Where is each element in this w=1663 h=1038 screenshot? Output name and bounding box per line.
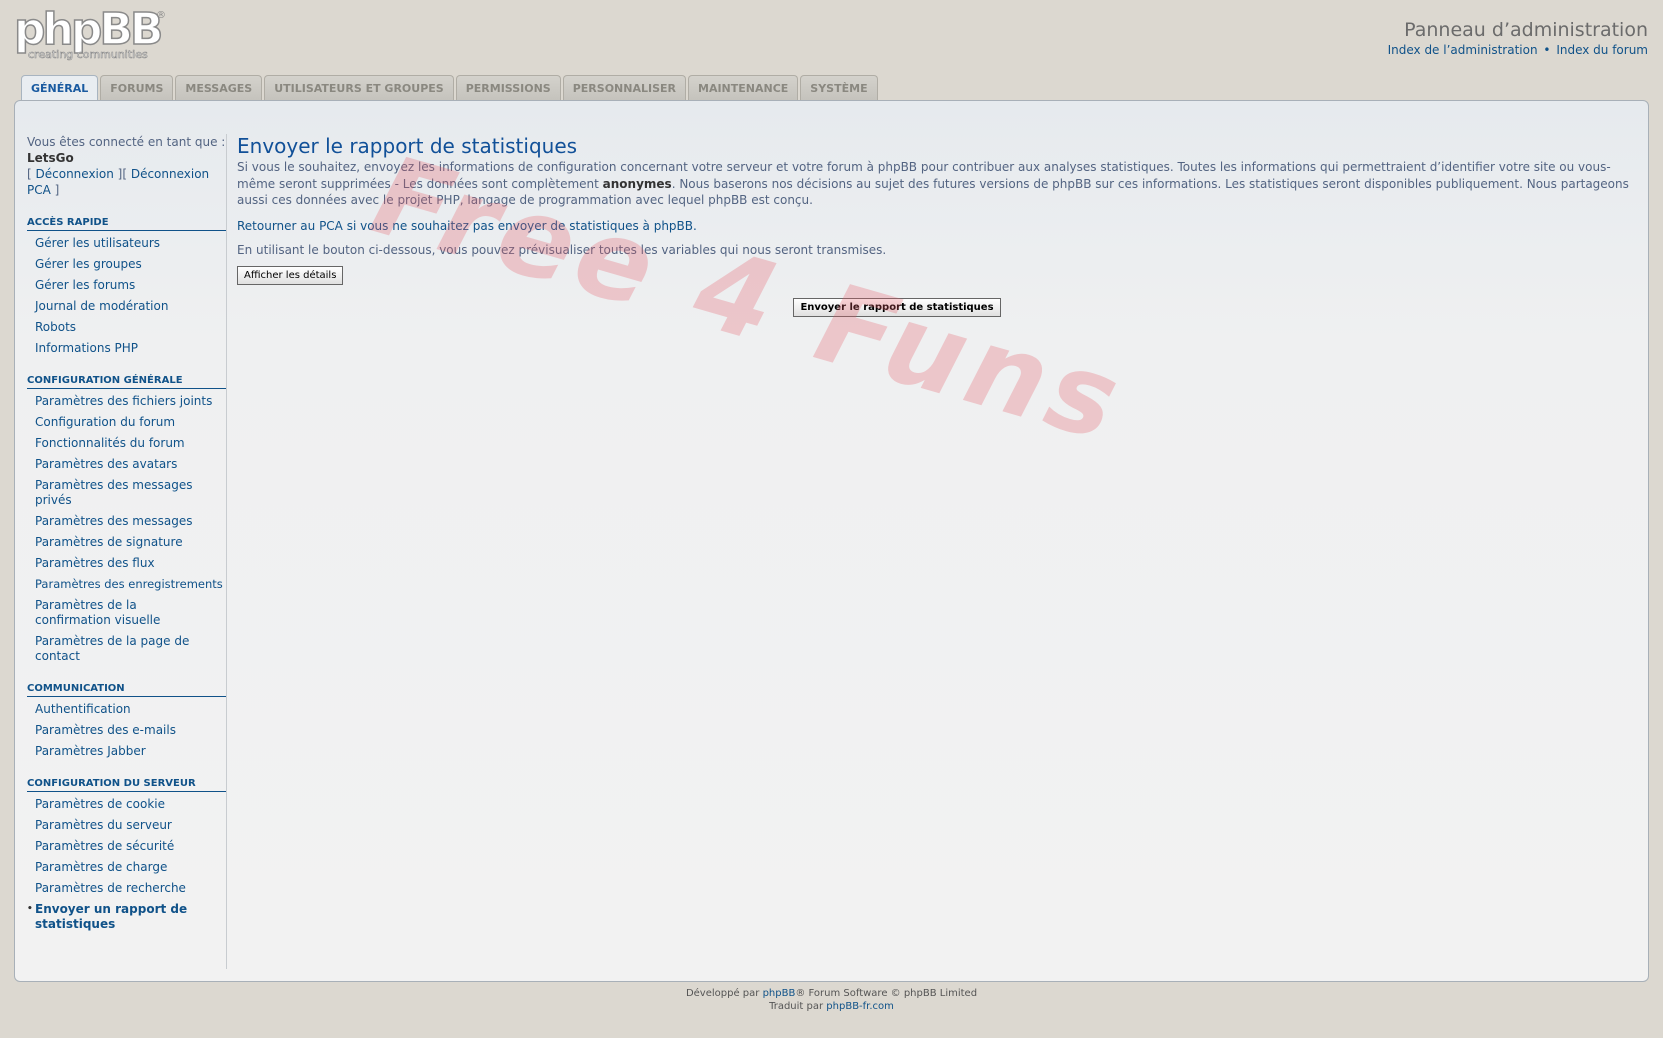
menu-section-communication: COMMUNICATION Authentification Paramètre… [27,683,226,759]
forum-index-link[interactable]: Index du forum [1556,43,1648,57]
menu-item-server[interactable]: Paramètres du serveur [27,818,226,833]
menu-item-feeds[interactable]: Paramètres des flux [27,556,226,571]
page-header-title: Panneau d’administration [1404,19,1648,41]
footer-developed-by: Développé par [685,988,763,999]
menu-item-board-config[interactable]: Configuration du forum [27,415,226,430]
menu-item-contact-page[interactable]: Paramètres de la page de contact [27,634,197,664]
menu-item-attachments[interactable]: Paramètres des fichiers joints [27,394,226,409]
menu-header: ACCÈS RAPIDE [27,217,226,231]
menu-item-send-statistics[interactable]: Envoyer un rapport de statistiques [27,902,197,932]
menu-item-posts[interactable]: Paramètres des messages [27,514,226,529]
menu-item-visual-confirmation[interactable]: Paramètres de la confirmation visuelle [27,598,212,628]
login-info: Vous êtes connecté en tant que : LetsGo … [27,134,226,198]
menu-header: COMMUNICATION [27,683,226,697]
preview-text: En utilisant le bouton ci-dessous, vous … [237,243,887,257]
menu-item-board-features[interactable]: Fonctionnalités du forum [27,436,226,451]
menu-section-server-config: CONFIGURATION DU SERVEUR Paramètres de c… [27,778,226,932]
intro-anonymous: anonymes [602,176,672,191]
menu-item-manage-groups[interactable]: Gérer les groupes [27,257,226,272]
bracket-close: ] [50,183,60,197]
menu-item-search[interactable]: Paramètres de recherche [27,881,226,896]
bracket-open: [ [27,167,36,181]
footer-translated-by: Traduit par [769,1001,827,1012]
menu-item-robots[interactable]: Robots [27,320,226,335]
show-details-button[interactable]: Afficher les détails [237,265,344,285]
tab-users-groups[interactable]: UTILISATEURS ET GROUPES [264,75,454,101]
main-panel: Vous êtes connecté en tant que : LetsGo … [14,100,1649,982]
intro-text: Si vous le souhaitez, envoyez les inform… [237,159,1642,209]
tab-forums[interactable]: FORUMS [100,75,174,101]
menu-item-avatars[interactable]: Paramètres des avatars [27,457,226,472]
tab-general[interactable]: GÉNÉRAL [21,75,99,102]
header-links: Index de l’administration • Index du for… [1388,43,1648,57]
menu-item-private-messages[interactable]: Paramètres des messages privés [27,478,197,508]
main-tabs: GÉNÉRAL FORUMS MESSAGES UTILISATEURS ET … [21,75,878,102]
separator: • [1543,43,1551,57]
footer-software: ® Forum Software © phpBB Limited [795,988,978,999]
menu-item-signature[interactable]: Paramètres de signature [27,535,226,550]
menu-item-cookie[interactable]: Paramètres de cookie [27,797,226,812]
page-title: Envoyer le rapport de statistiques [237,134,578,158]
logo-text: phpBB [13,4,164,55]
menu-item-jabber[interactable]: Paramètres Jabber [27,744,226,759]
menu-item-manage-users[interactable]: Gérer les utilisateurs [27,236,226,251]
main-content: Envoyer le rapport de statistiques Si vo… [237,133,1642,317]
sidebar: Vous êtes connecté en tant que : LetsGo … [27,134,227,969]
menu-item-authentication[interactable]: Authentification [27,702,226,717]
menu-header: CONFIGURATION DU SERVEUR [27,778,226,792]
menu-item-security[interactable]: Paramètres de sécurité [27,839,226,854]
menu-item-php-info[interactable]: Informations PHP [27,341,226,356]
menu-item-registration[interactable]: Paramètres des enregistrements [27,577,226,592]
return-acp-link[interactable]: Retourner au PCA si vous ne souhaitez pa… [237,219,697,233]
tab-messages[interactable]: MESSAGES [175,75,263,101]
menu-item-mod-log[interactable]: Journal de modération [27,299,226,314]
footer-phpbb-link[interactable]: phpBB [763,988,796,999]
tab-system[interactable]: SYSTÈME [800,75,878,101]
menu-section-quick-access: ACCÈS RAPIDE Gérer les utilisateurs Gére… [27,217,226,356]
logout-link[interactable]: Déconnexion [36,167,114,181]
phpbb-logo[interactable]: phpBB ® creating communities [13,4,174,66]
send-statistics-button[interactable]: Envoyer le rapport de statistiques [793,297,1001,317]
footer-translator-link[interactable]: phpBB-fr.com [826,1001,894,1012]
menu-item-email[interactable]: Paramètres des e-mails [27,723,226,738]
footer: Développé par phpBB® Forum Software © ph… [0,987,1663,1013]
bracket-mid: ][ [113,167,131,181]
menu-header: CONFIGURATION GÉNÉRALE [27,375,226,389]
logo-tagline: creating communities [28,48,148,62]
tab-maintenance[interactable]: MAINTENANCE [688,75,799,101]
menu-section-general-config: CONFIGURATION GÉNÉRALE Paramètres des fi… [27,375,226,664]
tab-customise[interactable]: PERSONNALISER [562,75,686,101]
menu-item-load[interactable]: Paramètres de charge [27,860,226,875]
logo-registered-mark: ® [156,10,166,21]
admin-index-link[interactable]: Index de l’administration [1388,43,1538,57]
menu-item-manage-forums[interactable]: Gérer les forums [27,278,226,293]
username: LetsGo [27,151,74,165]
tab-permissions[interactable]: PERMISSIONS [455,75,561,101]
logged-in-label: Vous êtes connecté en tant que : [27,135,226,149]
